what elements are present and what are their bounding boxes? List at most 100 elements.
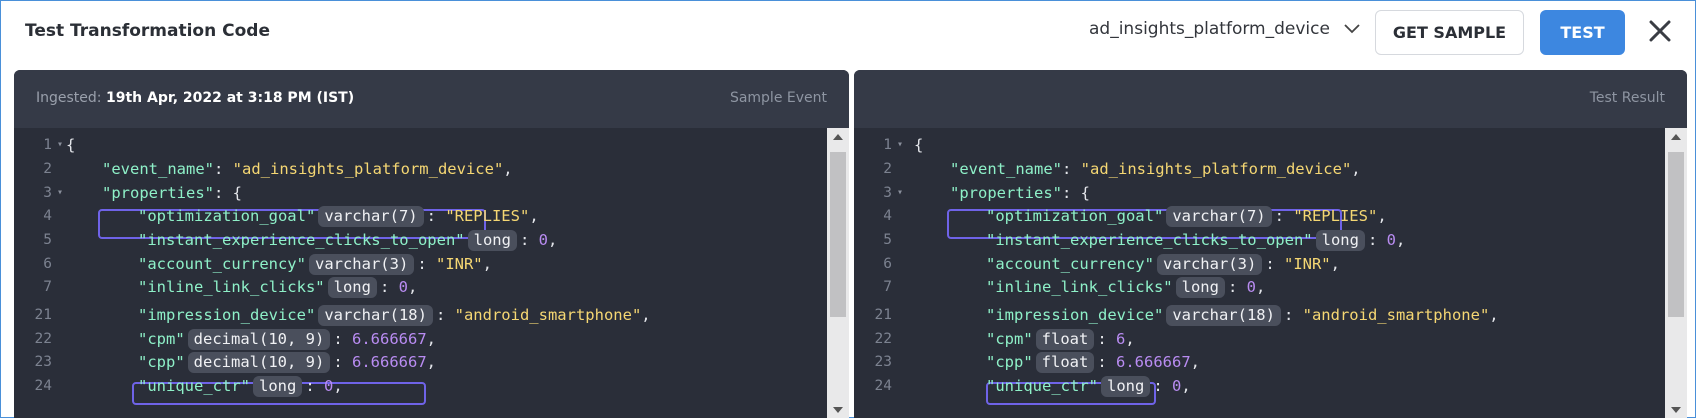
scroll-down-icon[interactable] xyxy=(1671,407,1681,413)
code-text: "properties": { xyxy=(102,181,242,205)
json-number: 6.666667 xyxy=(352,353,427,371)
line-number: 2 xyxy=(43,161,52,177)
json-punct: , xyxy=(407,278,418,296)
code-text: "cpp" decimal(10, 9): 6.666667, xyxy=(138,350,436,374)
test-result-code-editor[interactable]: 1 ▾ {2 "event_name": "ad_insights_platform_… xyxy=(854,128,1687,418)
code-line: 6 "account_currency" varchar(3): "INR", xyxy=(14,252,825,276)
code-text: "properties": { xyxy=(950,181,1090,205)
scroll-up-icon[interactable] xyxy=(1671,134,1681,140)
json-key: "account_currency" xyxy=(986,255,1154,273)
json-string: "INR" xyxy=(435,255,483,273)
scrollbar[interactable] xyxy=(1665,128,1687,418)
json-number: 6 xyxy=(1116,330,1126,348)
json-key: "impression_device" xyxy=(986,306,1164,324)
json-punct: : xyxy=(1061,160,1081,178)
code-text: "impression_device" varchar(18): "android… xyxy=(986,303,1499,327)
json-punct: : xyxy=(1274,207,1294,225)
type-badge: varchar(3) xyxy=(1156,254,1263,275)
line-number: 24 xyxy=(874,378,892,394)
json-key: "event_name" xyxy=(102,160,214,178)
type-badge: varchar(18) xyxy=(318,305,433,326)
code-text: { xyxy=(66,133,75,157)
line-number: 21 xyxy=(874,307,892,323)
json-punct: : xyxy=(305,377,324,395)
json-punct: , xyxy=(1351,160,1361,178)
ingested-info: Ingested: 19th Apr, 2022 at 3:18 PM (IST… xyxy=(36,90,354,106)
json-punct: : xyxy=(1367,231,1387,249)
code-text: "cpm" decimal(10, 9): 6.666667, xyxy=(138,327,436,351)
fold-toggle-icon[interactable]: ▾ xyxy=(897,181,903,205)
test-result-header: Test Result xyxy=(854,70,1687,128)
sample-event-header: Ingested: 19th Apr, 2022 at 3:18 PM (IST… xyxy=(14,70,849,128)
test-button[interactable]: TEST xyxy=(1540,10,1625,55)
json-string: "ad_insights_platform_device" xyxy=(1080,160,1352,178)
code-text: "instant_experience_clicks_to_open" long:… xyxy=(986,228,1405,252)
json-key: "optimization_goal" xyxy=(138,207,316,225)
json-key: "unique_ctr" xyxy=(986,377,1098,395)
code-line: 7 "inline_link_clicks" long: 0, xyxy=(854,275,1663,299)
scrollbar-thumb[interactable] xyxy=(1668,152,1684,317)
line-number: 7 xyxy=(43,279,52,295)
line-number: 22 xyxy=(34,331,52,347)
json-punct: : xyxy=(333,330,352,348)
ingested-timestamp: 19th Apr, 2022 at 3:18 PM (IST) xyxy=(105,90,355,106)
json-key: "instant_experience_clicks_to_open" xyxy=(138,231,465,249)
line-number: 4 xyxy=(43,208,52,224)
json-string: "REPLIES" xyxy=(445,207,530,225)
json-key: "inline_link_clicks" xyxy=(986,278,1173,296)
code-line: 2 "event_name": "ad_insights_platform_dev… xyxy=(854,157,1663,181)
ingested-label: Ingested: xyxy=(36,90,102,106)
code-line: 21 "impression_device" varchar(18): "andro… xyxy=(14,303,825,327)
json-punct: , xyxy=(426,353,436,371)
json-number: 6.666667 xyxy=(352,330,427,348)
json-key: "unique_ctr" xyxy=(138,377,250,395)
json-punct: : xyxy=(1283,306,1303,324)
type-badge: long xyxy=(467,230,517,251)
type-badge: decimal(10, 9) xyxy=(187,329,331,350)
code-line: 21 "impression_device" varchar(18): "andro… xyxy=(854,303,1663,327)
line-number: 23 xyxy=(34,354,52,370)
code-line: 6 "account_currency" varchar(3): "INR", xyxy=(854,252,1663,276)
type-badge: varchar(18) xyxy=(1166,305,1281,326)
fold-toggle-icon[interactable]: ▾ xyxy=(897,133,903,157)
scrollbar[interactable] xyxy=(827,128,849,418)
type-badge: long xyxy=(252,376,303,397)
code-text: { xyxy=(914,133,923,157)
json-punct: , xyxy=(1125,330,1135,348)
code-line: 23 "cpp" float: 6.666667, xyxy=(854,350,1663,374)
scroll-down-icon[interactable] xyxy=(833,407,843,413)
scroll-up-icon[interactable] xyxy=(833,134,843,140)
line-number: 22 xyxy=(874,331,892,347)
close-icon[interactable] xyxy=(1647,18,1673,44)
scrollbar-thumb[interactable] xyxy=(830,152,846,317)
json-key: "event_name" xyxy=(950,160,1062,178)
code-text: "unique_ctr" long: 0, xyxy=(986,374,1191,398)
fold-toggle-icon[interactable]: ▾ xyxy=(57,181,63,205)
json-punct: : xyxy=(1153,377,1172,395)
line-number: 4 xyxy=(883,208,892,224)
code-text: "instant_experience_clicks_to_open" long:… xyxy=(138,228,557,252)
code-text: "optimization_goal" varchar(7): "REPLIES"… xyxy=(986,204,1387,228)
json-punct: : { xyxy=(1061,184,1090,202)
code-line: 7 "inline_link_clicks" long: 0, xyxy=(14,275,825,299)
json-number: 0 xyxy=(1171,377,1182,395)
line-number: 1 xyxy=(883,137,892,153)
sample-event-code-editor[interactable]: 1 ▾{2 "event_name": "ad_insights_platform_… xyxy=(14,128,849,418)
get-sample-button[interactable]: GET SAMPLE xyxy=(1375,10,1524,55)
json-number: 0 xyxy=(538,231,548,249)
json-punct: , xyxy=(1489,306,1499,324)
event-selector-dropdown[interactable]: ad_insights_platform_device xyxy=(1089,19,1360,39)
json-key: "cpp" xyxy=(986,353,1033,371)
json-punct: , xyxy=(1377,207,1387,225)
code-line: 23 "cpp" decimal(10, 9): 6.666667, xyxy=(14,350,825,374)
line-number: 7 xyxy=(883,279,892,295)
json-punct: : xyxy=(426,207,446,225)
json-string: "INR" xyxy=(1283,255,1331,273)
sample-event-label: Sample Event xyxy=(729,90,827,106)
json-punct: : { xyxy=(213,184,242,202)
line-number: 5 xyxy=(43,232,52,248)
json-punct: , xyxy=(503,160,513,178)
page-title: Test Transformation Code xyxy=(25,21,270,41)
json-punct: : xyxy=(1097,330,1117,348)
fold-toggle-icon[interactable]: ▾ xyxy=(57,133,63,157)
